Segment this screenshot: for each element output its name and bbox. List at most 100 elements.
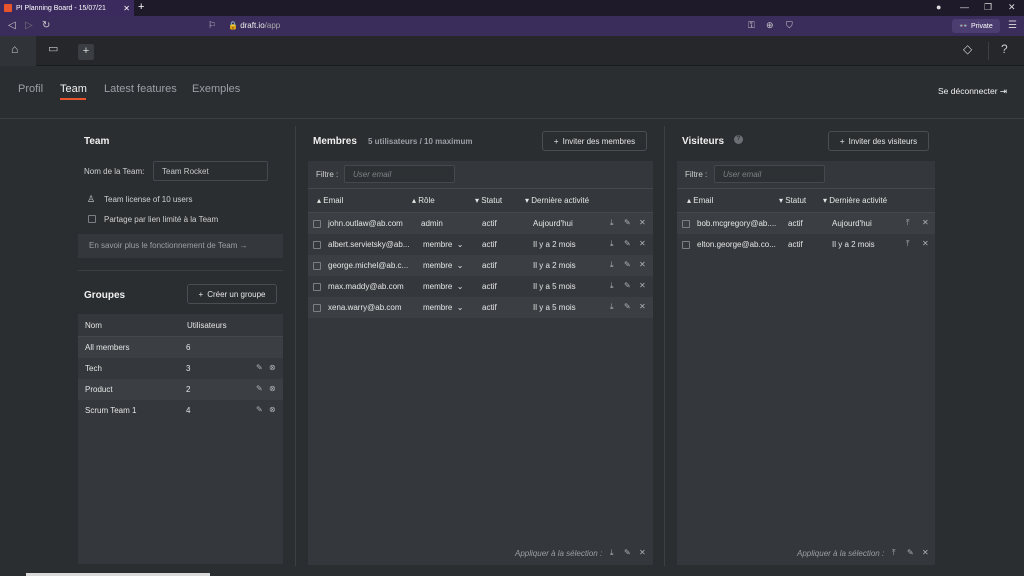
col-email[interactable]: ▴ Email: [687, 196, 713, 205]
col-status[interactable]: ▾ Statut: [475, 196, 502, 205]
download-icon[interactable]: ⤓: [610, 260, 614, 270]
minimize-icon[interactable]: —: [960, 2, 969, 12]
shield-icon[interactable]: ⛉: [786, 20, 793, 31]
forward-icon[interactable]: ▷: [25, 20, 33, 31]
new-tab-icon[interactable]: +: [138, 1, 144, 13]
home-icon[interactable]: ⌂: [11, 42, 18, 56]
col-activity[interactable]: ▾ Dernière activité: [823, 196, 887, 205]
edit-icon[interactable]: ✎: [624, 218, 631, 227]
group-count: 2: [186, 385, 191, 394]
zoom-icon[interactable]: ⊕: [766, 20, 774, 31]
upgrade-icon[interactable]: ⤒: [906, 239, 910, 249]
close-tab-icon[interactable]: ✕: [123, 4, 130, 13]
tab-profil[interactable]: Profil: [18, 83, 43, 95]
share-checkbox[interactable]: [88, 215, 96, 223]
reload-icon[interactable]: ↻: [42, 20, 50, 31]
delete-circle-icon[interactable]: ⊗: [269, 384, 276, 393]
address-bar: [0, 16, 1024, 36]
group-row[interactable]: Scrum Team 1 4 ✎ ⊗: [78, 400, 283, 421]
bulk-remove-icon[interactable]: ✕: [639, 548, 646, 557]
remove-icon[interactable]: ✕: [639, 302, 646, 311]
row-checkbox[interactable]: [313, 241, 321, 249]
members-filter-input[interactable]: User email: [344, 165, 455, 183]
learn-more-box[interactable]: En savoir plus le fonctionnement de Team…: [78, 234, 283, 258]
col-email[interactable]: ▴ Email: [317, 196, 343, 205]
logout-link[interactable]: Se déconnecter ⇥: [938, 86, 1007, 97]
visitor-status: actif: [788, 219, 803, 228]
tab-latest-features[interactable]: Latest features: [104, 83, 177, 95]
group-row[interactable]: Tech 3 ✎ ⊗: [78, 358, 283, 379]
col-activity[interactable]: ▾ Dernière activité: [525, 196, 589, 205]
download-icon[interactable]: ⤓: [610, 281, 614, 291]
edit-icon[interactable]: ✎: [624, 239, 631, 248]
learn-more-link[interactable]: En savoir plus le fonctionnement de Team…: [89, 241, 248, 250]
download-icon[interactable]: ⤓: [610, 218, 614, 228]
member-row[interactable]: max.maddy@ab.com membre ⌄ actif Il y a 5…: [308, 276, 653, 297]
member-row[interactable]: george.michel@ab.c... membre ⌄ actif Il …: [308, 255, 653, 276]
edit-icon[interactable]: ✎: [256, 363, 263, 372]
bookmark-icon[interactable]: ⚐: [208, 20, 216, 31]
visitor-row[interactable]: elton.george@ab.co... actif Il y a 2 moi…: [677, 234, 935, 255]
edit-icon[interactable]: ✎: [256, 384, 263, 393]
bulk-download-icon[interactable]: ⤓: [610, 548, 614, 558]
browser-tab[interactable]: PI Planning Board - 15/07/21 ✕: [0, 0, 134, 16]
member-row[interactable]: john.outlaw@ab.com admin actif Aujourd'h…: [308, 213, 653, 234]
edit-icon[interactable]: ✎: [624, 281, 631, 290]
visitors-help-icon[interactable]: ?: [734, 135, 743, 144]
member-role-select[interactable]: membre ⌄: [423, 261, 464, 270]
create-group-button[interactable]: + Créer un groupe: [187, 284, 277, 304]
delete-circle-icon[interactable]: ⊗: [269, 363, 276, 372]
maximize-icon[interactable]: ❐: [984, 2, 992, 13]
row-checkbox[interactable]: [313, 304, 321, 312]
url-field[interactable]: 🔒 draft.io/app: [228, 21, 280, 30]
member-row[interactable]: xena.warry@ab.com membre ⌄ actif Il y a …: [308, 297, 653, 318]
remove-icon[interactable]: ✕: [639, 281, 646, 290]
group-row[interactable]: Product 2 ✎ ⊗: [78, 379, 283, 400]
extension-icon[interactable]: ●: [936, 2, 941, 12]
remove-icon[interactable]: ✕: [639, 260, 646, 269]
member-role-select[interactable]: membre ⌄: [423, 303, 464, 312]
invite-members-button[interactable]: + Inviter des membres: [542, 131, 647, 151]
edit-icon[interactable]: ✎: [256, 405, 263, 414]
private-badge[interactable]: 👓 Private: [952, 19, 1000, 33]
remove-icon[interactable]: ✕: [922, 239, 929, 248]
bulk-upgrade-icon[interactable]: ⤒: [892, 548, 896, 558]
edit-icon[interactable]: ✎: [624, 260, 631, 269]
tab-team[interactable]: Team: [60, 83, 87, 95]
bulk-remove-icon[interactable]: ✕: [922, 548, 929, 557]
group-row[interactable]: All members 6: [78, 337, 283, 358]
menu-icon[interactable]: ☰: [1008, 20, 1017, 31]
remove-icon[interactable]: ✕: [639, 239, 646, 248]
help-icon[interactable]: ?: [1001, 42, 1008, 56]
upgrade-icon[interactable]: ⤒: [906, 218, 910, 228]
bulk-edit-icon[interactable]: ✎: [907, 548, 914, 557]
tab-exemples[interactable]: Exemples: [192, 83, 240, 95]
row-checkbox[interactable]: [313, 220, 321, 228]
team-name-field[interactable]: Team Rocket: [153, 161, 268, 181]
member-role-select[interactable]: membre ⌄: [423, 240, 464, 249]
member-role-select[interactable]: membre ⌄: [423, 282, 464, 291]
remove-icon[interactable]: ✕: [639, 218, 646, 227]
row-checkbox[interactable]: [682, 220, 690, 228]
key-icon[interactable]: ⚿: [748, 20, 755, 31]
col-status[interactable]: ▾ Statut: [779, 196, 806, 205]
visitors-filter-input[interactable]: User email: [714, 165, 825, 183]
draft-logo-icon[interactable]: ◇: [963, 42, 972, 56]
invite-visitors-button[interactable]: + Inviter des visiteurs: [828, 131, 929, 151]
bulk-edit-icon[interactable]: ✎: [624, 548, 631, 557]
col-role[interactable]: ▴ Rôle: [412, 196, 435, 205]
edit-icon[interactable]: ✎: [624, 302, 631, 311]
remove-icon[interactable]: ✕: [922, 218, 929, 227]
delete-circle-icon[interactable]: ⊗: [269, 405, 276, 414]
close-window-icon[interactable]: ✕: [1008, 2, 1016, 13]
add-board-icon[interactable]: +: [78, 44, 94, 60]
row-checkbox[interactable]: [682, 241, 690, 249]
visitor-row[interactable]: bob.mcgregory@ab.... actif Aujourd'hui ⤒…: [677, 213, 935, 234]
row-checkbox[interactable]: [313, 283, 321, 291]
row-checkbox[interactable]: [313, 262, 321, 270]
download-icon[interactable]: ⤓: [610, 302, 614, 312]
folder-icon[interactable]: ▭: [48, 42, 58, 55]
member-row[interactable]: albert.servietsky@ab... membre ⌄ actif I…: [308, 234, 653, 255]
back-icon[interactable]: ◁: [8, 20, 16, 31]
download-icon[interactable]: ⤓: [610, 239, 614, 249]
